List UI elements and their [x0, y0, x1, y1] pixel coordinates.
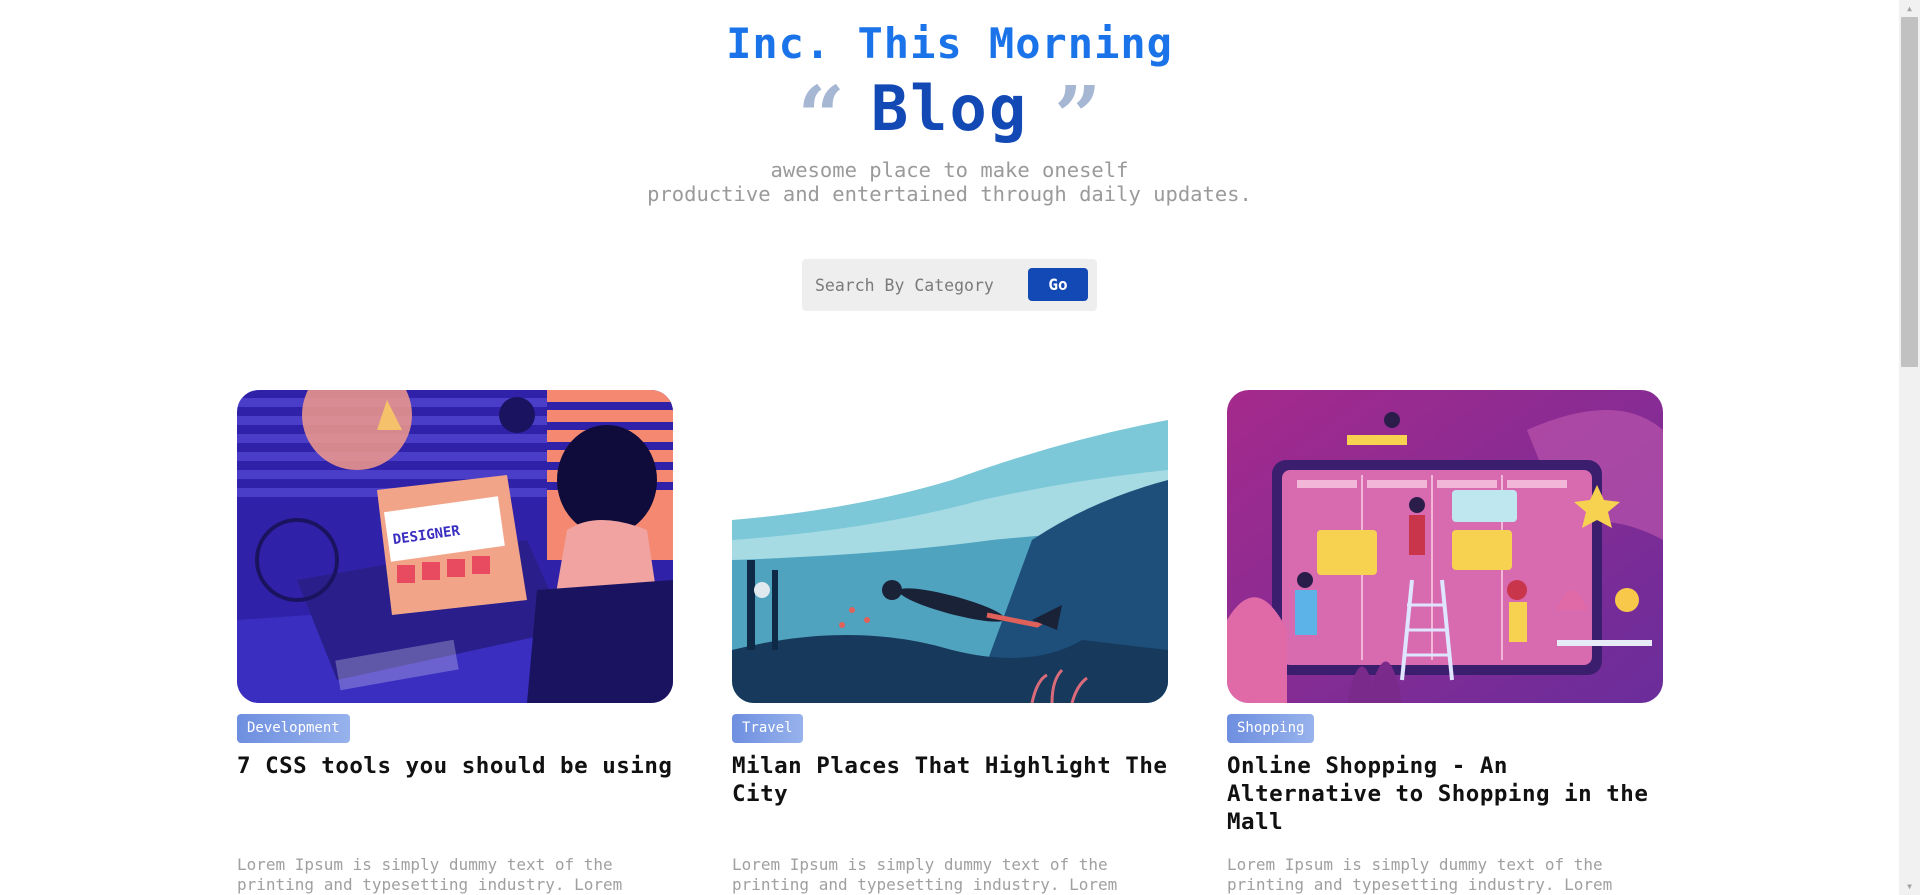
category-search-input[interactable] — [802, 259, 1022, 311]
open-quote-icon: “ — [797, 69, 845, 165]
post-excerpt: Lorem Ipsum is simply dummy text of the … — [1227, 855, 1613, 894]
post-title[interactable]: Online Shopping - An Alternative to Shop… — [1227, 752, 1663, 836]
tagline-line-2: productive and entertained through daily… — [647, 182, 1252, 206]
page-title: Blog — [870, 71, 1029, 145]
post-title[interactable]: 7 CSS tools you should be using — [237, 752, 673, 780]
tagline: awesome place to make oneself productive… — [0, 158, 1899, 206]
scuba-diver-illustration[interactable] — [732, 390, 1168, 703]
brand-name: Inc. This Morning — [726, 19, 1173, 68]
post-excerpt: Lorem Ipsum is simply dummy text of the … — [237, 855, 623, 894]
tagline-line-1: awesome place to make oneself — [770, 158, 1129, 182]
post-title[interactable]: Milan Places That Highlight The City — [732, 752, 1168, 808]
post-card[interactable]: Travel Milan Places That Highlight The C… — [732, 390, 1168, 894]
post-excerpt: Lorem Ipsum is simply dummy text of the … — [732, 855, 1118, 894]
go-button[interactable]: Go — [1028, 268, 1088, 301]
online-shopping-board-illustration[interactable] — [1227, 390, 1663, 703]
category-badge[interactable]: Shopping — [1227, 714, 1315, 743]
scroll-up-arrow-icon[interactable]: ▲ — [1899, 0, 1920, 17]
vertical-scrollbar[interactable]: ▲ ▼ — [1899, 0, 1920, 895]
category-search: Go — [802, 259, 1097, 311]
post-card[interactable]: Shopping Online Shopping - An Alternativ… — [1227, 390, 1663, 894]
scroll-down-arrow-icon[interactable]: ▼ — [1899, 878, 1920, 895]
blog-title-row: “ Blog ” — [0, 68, 1899, 165]
close-quote-icon: ” — [1054, 69, 1102, 165]
designer-desk-illustration[interactable]: DESIGNER — [237, 390, 673, 703]
blog-page: Inc. This Morning “ Blog ” awesome place… — [0, 0, 1899, 895]
category-badge[interactable]: Travel — [732, 714, 803, 743]
scrollbar-thumb[interactable] — [1901, 17, 1918, 367]
category-badge[interactable]: Development — [237, 714, 350, 743]
post-card[interactable]: DESIGNER Development 7 CSS tools you sho… — [237, 390, 673, 894]
